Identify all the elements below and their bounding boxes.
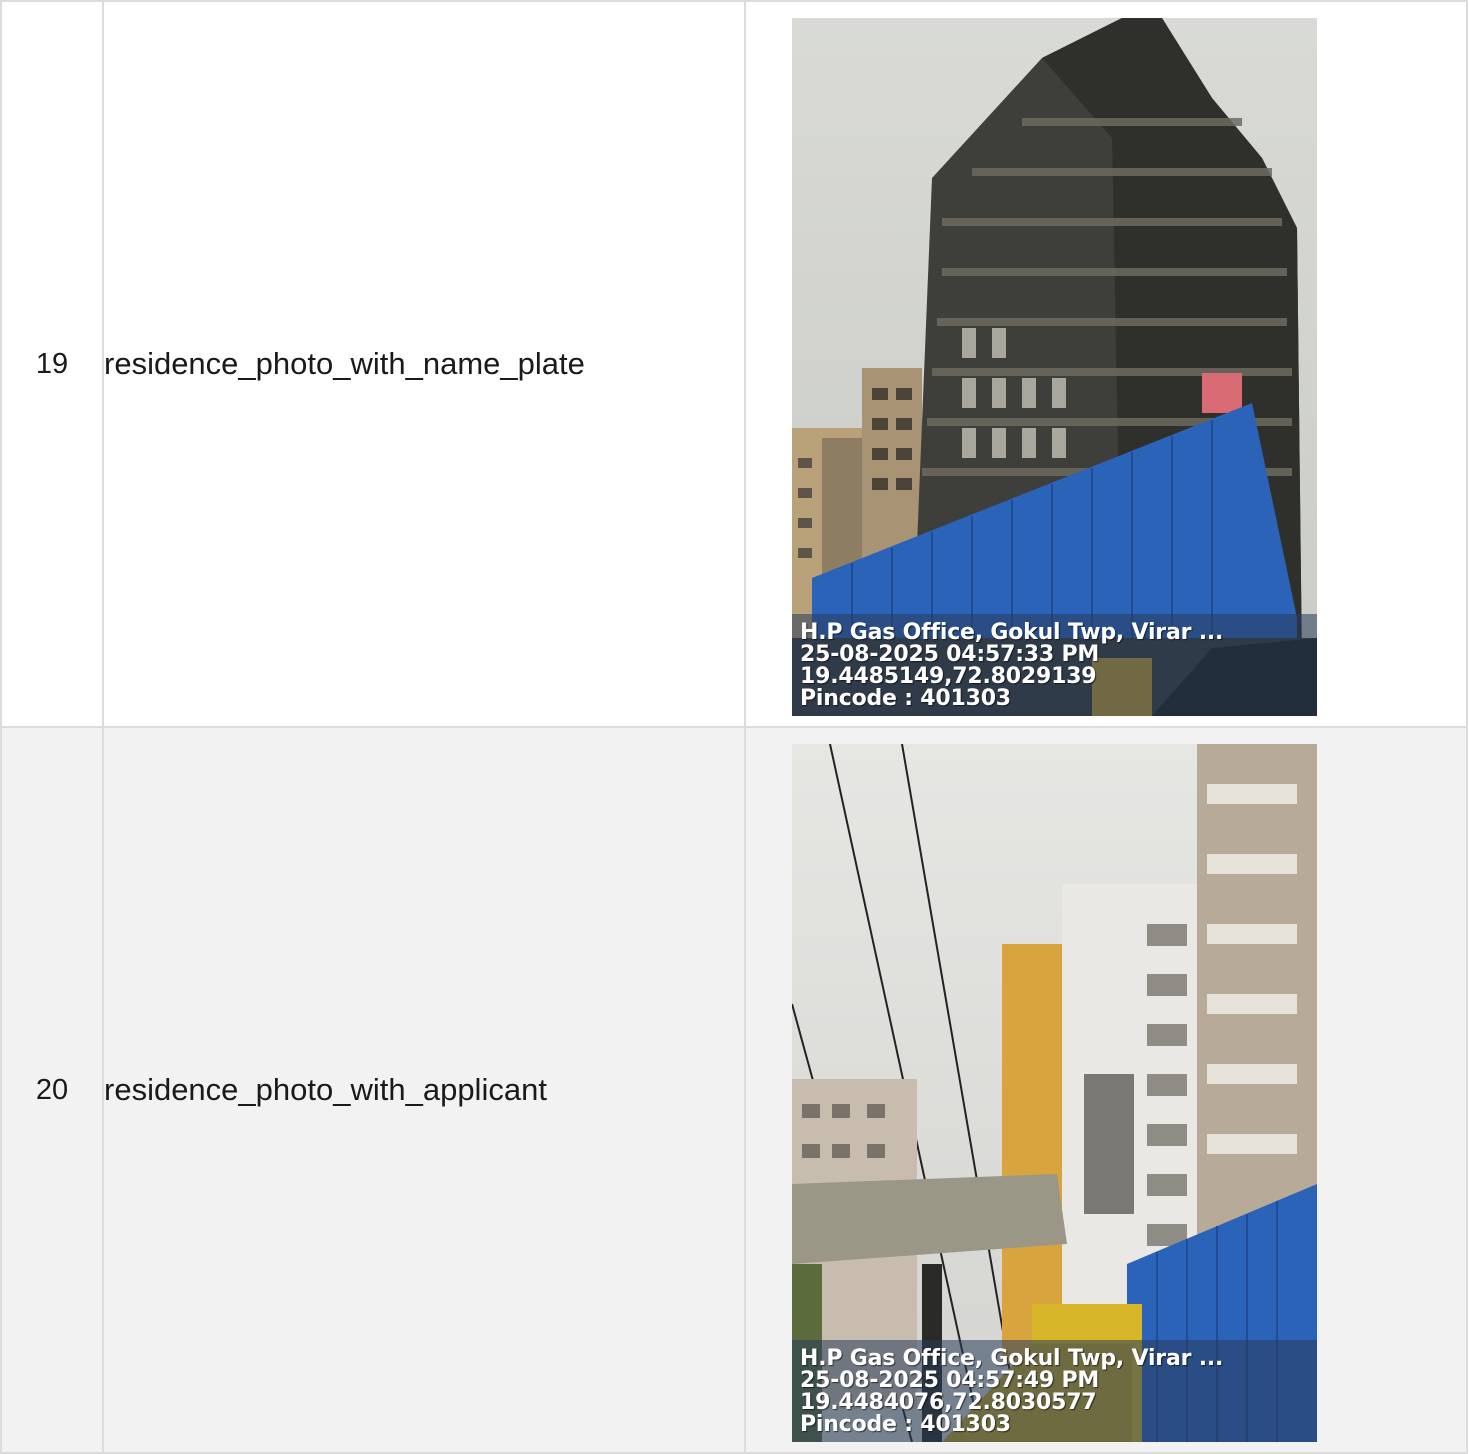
street-photo-icon <box>792 744 1317 1442</box>
table-row: 19 residence_photo_with_name_plate H.P G… <box>0 0 1468 728</box>
photo-cell: H.P Gas Office, Gokul Twp, Virar ... 25-… <box>744 0 1468 728</box>
field-name: residence_photo_with_applicant <box>102 726 746 1454</box>
photo-geotag-stamp: H.P Gas Office, Gokul Twp, Virar ... 25-… <box>792 1340 1317 1442</box>
stamp-datetime: 25-08-2025 04:57:33 PM <box>800 642 1100 667</box>
stamp-pincode: Pincode : 401303 <box>800 1412 1011 1437</box>
residence-photo-name-plate[interactable]: H.P Gas Office, Gokul Twp, Virar ... 25-… <box>792 18 1317 716</box>
stamp-coordinates: 19.4484076,72.8030577 <box>800 1390 1097 1415</box>
stamp-address: H.P Gas Office, Gokul Twp, Virar ... <box>800 1346 1224 1371</box>
photo-cell: H.P Gas Office, Gokul Twp, Virar ... 25-… <box>744 726 1468 1454</box>
building-photo-icon <box>792 18 1317 716</box>
photo-table: 19 residence_photo_with_name_plate H.P G… <box>0 0 1468 1454</box>
stamp-coordinates: 19.4485149,72.8029139 <box>800 664 1097 689</box>
stamp-datetime: 25-08-2025 04:57:49 PM <box>800 1368 1100 1393</box>
residence-photo-applicant[interactable]: H.P Gas Office, Gokul Twp, Virar ... 25-… <box>792 744 1317 1442</box>
table-row: 20 residence_photo_with_applicant H.P Ga… <box>0 726 1468 1454</box>
stamp-address: H.P Gas Office, Gokul Twp, Virar ... <box>800 620 1224 645</box>
row-number: 19 <box>0 0 104 728</box>
field-name: residence_photo_with_name_plate <box>102 0 746 728</box>
row-number: 20 <box>0 726 104 1454</box>
photo-geotag-stamp: H.P Gas Office, Gokul Twp, Virar ... 25-… <box>792 614 1317 716</box>
stamp-pincode: Pincode : 401303 <box>800 686 1011 711</box>
